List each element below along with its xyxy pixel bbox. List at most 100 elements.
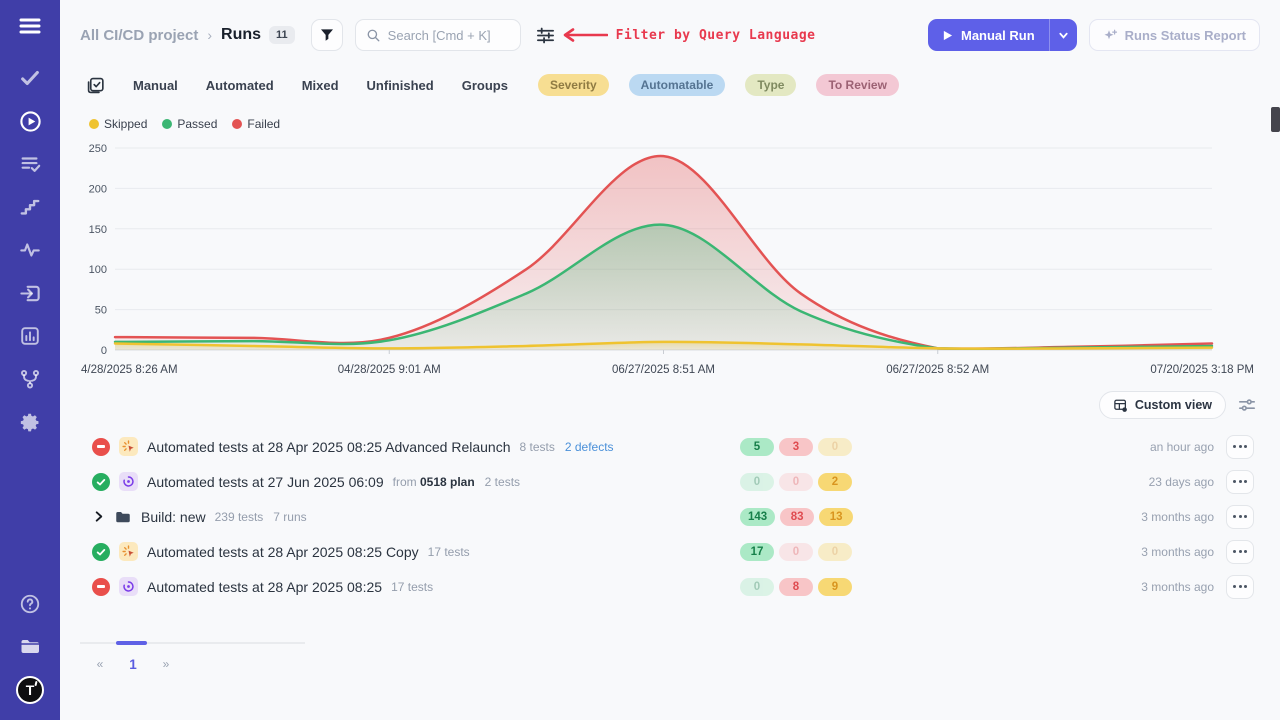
filter-button[interactable] — [311, 19, 343, 51]
y-tick-label: 250 — [89, 143, 107, 155]
user-avatar[interactable]: T — [16, 676, 44, 704]
runs-status-report-button[interactable]: Runs Status Report — [1089, 19, 1260, 51]
branch-icon[interactable] — [18, 367, 42, 391]
pill-automatable[interactable]: Automatable — [629, 74, 726, 96]
custom-view-label: Custom view — [1135, 398, 1212, 412]
status-passed-icon — [92, 473, 110, 491]
view-settings-icon[interactable] — [1238, 396, 1256, 414]
plan-name: 0518 plan — [420, 475, 475, 489]
import-runs-icon[interactable] — [18, 281, 42, 305]
status-passed-icon — [92, 543, 110, 561]
tab-automated[interactable]: Automated — [206, 78, 274, 93]
main-content: All CI/CD project › Runs 11 Filter by Qu… — [60, 0, 1280, 720]
y-tick-label: 150 — [89, 224, 107, 236]
runs-chart: 0501001502002504/28/2025 8:26 AM04/28/20… — [80, 141, 1255, 381]
sparkles-icon — [1103, 28, 1118, 43]
scrollbar-thumb[interactable] — [1271, 107, 1280, 132]
passed-dot — [162, 119, 172, 129]
breadcrumb-project[interactable]: All CI/CD project — [80, 27, 198, 44]
passed-badge: 0 — [740, 473, 774, 491]
funnel-icon — [319, 27, 335, 43]
failed-badge: 3 — [779, 438, 813, 456]
legend-item-passed[interactable]: Passed — [162, 117, 217, 131]
failed-badge: 8 — [779, 578, 813, 596]
test-plans-icon[interactable] — [18, 152, 42, 176]
failed-badge: 0 — [779, 473, 813, 491]
chart-legend: Skipped Passed Failed — [89, 114, 1260, 134]
custom-view-button[interactable]: Custom view — [1099, 391, 1226, 419]
run-title: Automated tests at 28 Apr 2025 08:25 Cop… — [147, 544, 419, 560]
analytics-icon[interactable] — [18, 324, 42, 348]
manual-run-label: Manual Run — [961, 28, 1035, 43]
run-row[interactable]: Automated tests at 28 Apr 2025 08:25 Cop… — [80, 534, 1260, 569]
passed-badge: 5 — [740, 438, 774, 456]
manual-run-caret[interactable] — [1050, 19, 1077, 51]
activity-icon[interactable] — [18, 238, 42, 262]
automation-run-icon — [119, 472, 138, 491]
folder-icon — [114, 508, 132, 526]
pill-severity[interactable]: Severity — [538, 74, 609, 96]
legend-item-failed[interactable]: Failed — [232, 117, 280, 131]
pill-to-review[interactable]: To Review — [816, 74, 898, 96]
search-input[interactable] — [388, 28, 508, 43]
automation-run-icon — [119, 577, 138, 596]
legend-item-skipped[interactable]: Skipped — [89, 117, 147, 131]
group-title: Build: new — [141, 509, 206, 525]
spark-run-icon — [119, 542, 138, 561]
tab-groups[interactable]: Groups — [462, 78, 508, 93]
prev-page-button[interactable]: « — [90, 657, 110, 671]
annotation-text: Filter by Query Language — [616, 28, 816, 43]
skipped-badge: 0 — [818, 438, 852, 456]
y-tick-label: 50 — [95, 305, 107, 317]
play-icon — [942, 30, 953, 41]
skipped-badge: 2 — [818, 473, 852, 491]
run-row[interactable]: Automated tests at 28 Apr 2025 08:25 Adv… — [80, 429, 1260, 464]
runs-icon[interactable] — [18, 109, 42, 133]
more-button[interactable] — [1226, 505, 1254, 529]
more-button[interactable] — [1226, 470, 1254, 494]
milestones-icon[interactable] — [18, 195, 42, 219]
page-number[interactable]: 1 — [123, 657, 143, 672]
manual-run-button[interactable]: Manual Run — [928, 19, 1077, 51]
group-runs-count: 7 runs — [273, 510, 306, 524]
page-title: Runs — [221, 26, 261, 44]
defects-link[interactable]: 2 defects — [565, 440, 614, 454]
help-icon[interactable] — [18, 592, 42, 616]
chart-x-ticks — [389, 350, 938, 354]
more-button[interactable] — [1226, 435, 1254, 459]
tab-unfinished[interactable]: Unfinished — [367, 78, 434, 93]
test-cases-icon[interactable] — [18, 66, 42, 90]
skipped-dot — [89, 119, 99, 129]
x-tick-label: 04/28/2025 9:01 AM — [338, 364, 441, 376]
menu-icon[interactable] — [18, 14, 42, 38]
projects-icon[interactable] — [18, 634, 42, 658]
run-group-row[interactable]: Build: new 239 tests7 runs 143 83 13 3 m… — [80, 499, 1260, 534]
passed-badge: 143 — [740, 508, 775, 526]
passed-badge: 17 — [740, 543, 774, 561]
tab-mixed[interactable]: Mixed — [302, 78, 339, 93]
expand-chevron-icon[interactable] — [92, 510, 105, 523]
more-button[interactable] — [1226, 575, 1254, 599]
runs-list: Automated tests at 28 Apr 2025 08:25 Adv… — [80, 429, 1260, 604]
filter-pills: Severity Automatable Type To Review — [538, 74, 899, 96]
select-all-icon[interactable] — [86, 76, 105, 95]
settings-icon[interactable] — [18, 410, 42, 434]
more-button[interactable] — [1226, 540, 1254, 564]
view-row: Custom view — [80, 391, 1260, 419]
run-title: Automated tests at 28 Apr 2025 08:25 Adv… — [147, 439, 510, 455]
next-page-button[interactable]: » — [156, 657, 176, 671]
y-tick-label: 200 — [89, 183, 107, 195]
query-language-filter-icon[interactable] — [536, 26, 555, 45]
failed-badge: 83 — [780, 508, 814, 526]
tab-manual[interactable]: Manual — [133, 78, 178, 93]
status-failed-icon — [92, 578, 110, 596]
run-row[interactable]: Automated tests at 28 Apr 2025 08:25 17 … — [80, 569, 1260, 604]
sidebar: T — [0, 0, 60, 720]
run-row[interactable]: Automated tests at 27 Jun 2025 06:09 fro… — [80, 464, 1260, 499]
runs-status-report-label: Runs Status Report — [1125, 28, 1246, 43]
table-view-icon — [1113, 398, 1128, 413]
series-area-passed — [115, 225, 1212, 350]
y-tick-label: 0 — [101, 345, 107, 357]
pill-type[interactable]: Type — [745, 74, 796, 96]
search-box[interactable] — [355, 19, 521, 51]
